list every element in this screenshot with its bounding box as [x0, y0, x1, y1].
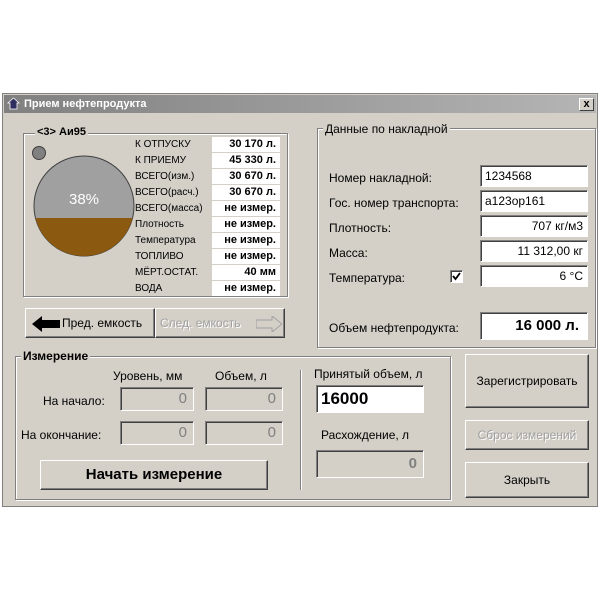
stat-row: ВОДА не измер.	[132, 281, 282, 297]
temperature-label: Температура:	[329, 271, 406, 285]
stat-value: 30 670 л.	[212, 185, 280, 200]
prev-tank-label: Пред. емкость	[62, 316, 143, 330]
fill-percent: 38%	[69, 191, 99, 208]
close-icon[interactable]: x	[579, 98, 594, 111]
arrow-left-icon	[32, 316, 60, 332]
stat-label: Плотность	[135, 219, 184, 230]
end-label: На окончание:	[21, 428, 102, 442]
vehicle-number-label: Гос. номер транспорта:	[329, 196, 459, 210]
level-header: Уровень, мм	[113, 369, 183, 383]
vehicle-number-field[interactable]: а123ор161	[480, 190, 588, 212]
temperature-field[interactable]: 6 °C	[480, 265, 588, 287]
end-level-field[interactable]: 0	[120, 421, 194, 445]
stat-row: К ПРИЕМУ 45 330 л.	[132, 153, 282, 169]
fuel-level	[34, 218, 134, 256]
measurement-divider	[300, 370, 302, 490]
stat-value: не измер.	[212, 249, 280, 264]
volume-label: Объем нефтепродукта:	[329, 321, 459, 335]
stat-value: не измер.	[212, 233, 280, 248]
arrow-right-icon	[256, 316, 282, 332]
stat-row: ВСЕГО(масса) не измер.	[132, 201, 282, 217]
density-field[interactable]: 707 кг/м3	[480, 215, 588, 237]
stat-row: МЁРТ.ОСТАТ. 40 мм	[132, 265, 282, 281]
difference-field[interactable]: 0	[316, 450, 424, 478]
stat-label: МЁРТ.ОСТАТ.	[135, 267, 199, 278]
stat-label: Температура	[135, 235, 196, 246]
stat-label: ВСЕГО(изм.)	[135, 171, 195, 182]
stat-label: ВСЕГО(расч.)	[135, 187, 199, 198]
stat-label: К ОТПУСКУ	[135, 139, 191, 150]
close-button[interactable]: Закрыть	[465, 462, 589, 498]
stat-value: не измер.	[212, 281, 280, 296]
stat-row: К ОТПУСКУ 30 170 л.	[132, 137, 282, 153]
stat-label: ВОДА	[135, 283, 163, 294]
fuel-receipt-dialog: Прием нефтепродукта x <3> Аи95 38% К ОТП…	[2, 93, 598, 507]
next-tank-button[interactable]: След. емкость	[155, 308, 285, 338]
density-label: Плотность:	[329, 221, 392, 235]
start-level-field[interactable]: 0	[120, 387, 194, 411]
accepted-volume-label: Принятый объем, л	[314, 367, 423, 381]
temperature-checkbox[interactable]	[450, 270, 463, 283]
difference-label: Расхождение, л	[321, 428, 410, 442]
stat-label: К ПРИЕМУ	[135, 155, 187, 166]
stat-value: 30 670 л.	[212, 169, 280, 184]
stat-value: 30 170 л.	[212, 137, 280, 152]
prev-tank-button[interactable]: Пред. емкость	[25, 308, 155, 338]
stat-value: 40 мм	[212, 265, 280, 280]
stat-row: ТОПЛИВО не измер.	[132, 249, 282, 265]
end-volume-field[interactable]: 0	[205, 421, 283, 445]
stat-label: ТОПЛИВО	[135, 251, 184, 262]
window-title: Прием нефтепродукта	[24, 98, 147, 110]
stat-row: Плотность не измер.	[132, 217, 282, 233]
next-tank-label: След. емкость	[160, 316, 241, 330]
invoice-number-field[interactable]: 1234568	[480, 165, 588, 187]
tank-stats: К ОТПУСКУ 30 170 л. К ПРИЕМУ 45 330 л. ВСЕГО…	[132, 137, 282, 297]
stat-value: не измер.	[212, 201, 280, 216]
reset-measurements-button[interactable]: Сброс измерений	[465, 420, 589, 450]
register-button[interactable]: Зарегистрировать	[465, 354, 589, 408]
invoice-number-label: Номер накладной:	[329, 171, 432, 185]
tank-gauge: 38%	[33, 155, 135, 257]
accepted-volume-field[interactable]: 16000	[316, 385, 424, 413]
stat-row: ВСЕГО(изм.) 30 670 л.	[132, 169, 282, 185]
stat-row: Температура не измер.	[132, 233, 282, 249]
invoice-legend: Данные по накладной	[323, 122, 450, 136]
stat-value: 45 330 л.	[212, 153, 280, 168]
mass-label: Масса:	[329, 246, 368, 260]
tank-name: <3> Аи95	[35, 126, 88, 138]
volume-header: Объем, л	[215, 369, 267, 383]
mass-field[interactable]: 11 312,00 кг	[480, 240, 588, 262]
volume-field[interactable]: 16 000 л.	[480, 312, 588, 340]
stat-value: не измер.	[212, 217, 280, 232]
checkmark-icon	[452, 272, 461, 281]
stat-row: ВСЕГО(расч.) 30 670 л.	[132, 185, 282, 201]
stat-label: ВСЕГО(масса)	[135, 203, 203, 214]
measurement-legend: Измерение	[21, 349, 91, 363]
start-measurement-button[interactable]: Начать измерение	[40, 460, 268, 490]
app-icon	[7, 97, 20, 110]
title-bar[interactable]: Прием нефтепродукта x	[4, 95, 596, 113]
start-label: На начало:	[43, 394, 105, 408]
start-volume-field[interactable]: 0	[205, 387, 283, 411]
